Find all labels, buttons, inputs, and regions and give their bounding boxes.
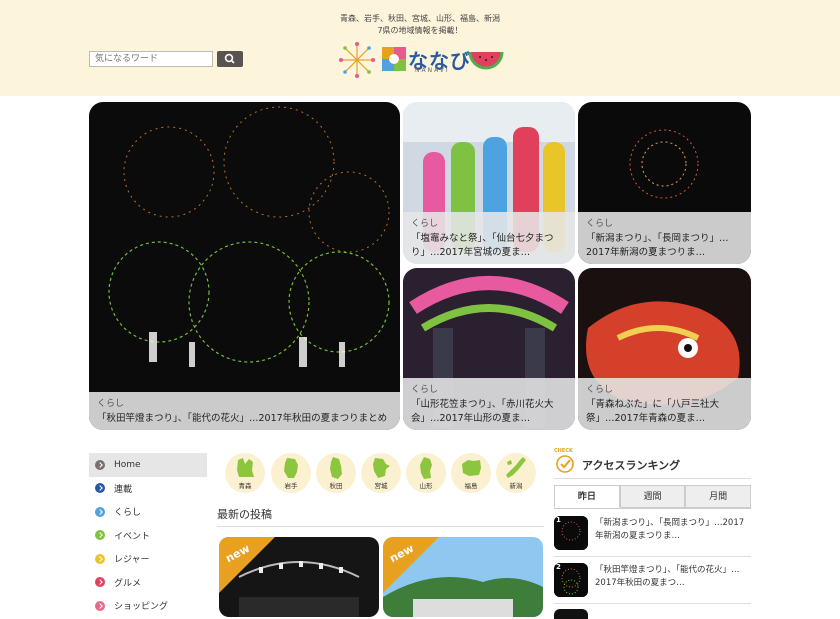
tab-yesterday[interactable]: 昨日 [554,485,620,508]
tab-weekly[interactable]: 週間 [619,485,686,508]
fukushima-map-icon [462,460,481,476]
category-label: くらし [411,385,439,395]
niigata-map-icon [506,457,526,478]
featured-caption: くらし 「青森ねぶた」に「八戸三社大祭」…2017年青森の夏ま… [578,378,751,430]
featured-tile-aomori[interactable]: くらし 「青森ねぶた」に「八戸三社大祭」…2017年青森の夏ま… [578,268,751,430]
fireworks-photo [89,102,400,430]
logo-mark-icon [382,47,406,71]
article-title: 「青森ねぶた」に「八戸三社大祭」…2017年青森の夏ま… [586,399,720,424]
nav-item-home[interactable]: Home [89,453,207,477]
chevron-right-icon [95,600,105,611]
pref-button-akita[interactable]: 秋田 [316,453,356,493]
nav-item-leisure[interactable]: レジャー [89,547,207,571]
category-label: くらし [586,219,614,229]
chevron-right-icon [95,553,105,564]
watermelon-icon [468,51,504,70]
chevron-right-icon [95,577,105,588]
ranking-thumbnail: 1 [554,516,588,550]
tagline-line2: 7県の地域情報を掲載！ [377,26,463,35]
nav-item-series[interactable]: 連載 [89,477,207,501]
featured-caption: くらし 「秋田竿燈まつり」、「能代の花火」…2017年秋田の夏まつりまとめ [89,392,400,430]
ranking-item[interactable]: 2 「秋田竿燈まつり」、「能代の花火」…2017年秋田の夏まつ… [554,563,751,607]
ranking-item[interactable]: 1 「新潟まつり」、「長岡まつり」…2017年新潟の夏まつりま… [554,516,751,560]
featured-tile-miyagi[interactable]: くらし 「塩竈みなと祭」、「仙台七夕まつり」…2017年宮城の夏ま… [403,102,575,264]
rank-number: 1 [556,516,561,524]
featured-tile-yamagata[interactable]: くらし 「山形花笠まつり」、「赤川花火大会」…2017年山形の夏ま… [403,268,575,430]
divider [554,478,751,479]
article-title: 「塩竈みなと祭」、「仙台七夕まつり」…2017年宮城の夏ま… [411,233,554,258]
nav-item-label: Home [114,459,141,470]
nav-item-event[interactable]: イベント [89,524,207,548]
iwate-map-icon [284,458,298,478]
tagline-line1: 青森、岩手、秋田、宮城、山形、福島、新潟 [340,14,500,23]
chevron-right-icon [95,483,105,494]
rank-number: 2 [556,563,561,571]
pref-label: 福島 [464,482,478,490]
tab-monthly[interactable]: 月間 [685,485,752,508]
nav-item-label: レジャー [114,555,150,566]
nav-item-shopping[interactable]: ショッピング [89,594,207,618]
latest-posts-heading: 最新の投稿 [217,508,272,521]
pref-button-fukushima[interactable]: 福島 [451,453,491,493]
divider [554,556,751,557]
ranking-heading: アクセスランキング [582,459,681,472]
check-label: CHECK [554,448,573,454]
category-nav: Home 連載 くらし イベント レジャー グルメ ショッピング [89,453,207,618]
article-title: 「新潟まつり」、「長岡まつり」…2017年新潟の夏まつりま… [586,233,729,258]
article-title: 「山形花笠まつり」、「赤川花火大会」…2017年山形の夏ま… [411,399,554,424]
pref-button-miyagi[interactable]: 宮城 [361,453,401,493]
nav-item-life[interactable]: くらし [89,500,207,524]
nav-item-label: 連載 [114,484,133,495]
site-header: 青森、岩手、秋田、宮城、山形、福島、新潟 7県の地域情報を掲載！ ななび [0,0,840,96]
logo-subtext: NANAVI [415,67,450,74]
search-input[interactable] [89,51,213,67]
divider [217,526,544,527]
featured-caption: くらし 「塩竈みなと祭」、「仙台七夕まつり」…2017年宮城の夏ま… [403,212,575,264]
category-label: くらし [411,219,439,229]
latest-post-card[interactable]: new [219,537,379,617]
pref-label: 宮城 [374,482,388,490]
ranking-tabs: 昨日 週間 月間 [554,485,752,509]
pref-button-aomori[interactable]: 青森 [225,453,265,493]
pref-label: 山形 [419,482,433,490]
featured-tile-akita[interactable]: くらし 「秋田竿燈まつり」、「能代の花火」…2017年秋田の夏まつりまとめ [89,102,400,430]
pref-button-yamagata[interactable]: 山形 [406,453,446,493]
nav-item-label: ショッピング [114,602,169,613]
nav-item-label: イベント [114,531,151,542]
divider [554,603,751,604]
chevron-right-icon [95,530,105,541]
search-icon [224,53,235,64]
pref-button-iwate[interactable]: 岩手 [271,453,311,493]
aomori-map-icon [237,458,254,477]
latest-post-card[interactable]: new [383,537,543,617]
category-label: くらし [97,399,125,409]
yamagata-map-icon [420,457,432,479]
search-button[interactable] [217,51,243,67]
nav-item-gourmet[interactable]: グルメ [89,571,207,595]
category-label: くらし [586,385,614,395]
akita-map-icon [330,457,342,479]
ranking-title: 「新潟まつり」、「長岡まつり」…2017年新潟の夏まつりま… [595,518,745,541]
nav-item-label: グルメ [114,578,142,589]
ranking-thumbnail: 2 [554,563,588,597]
featured-tile-niigata[interactable]: くらし 「新潟まつり」、「長岡まつり」…2017年新潟の夏まつりま… [578,102,751,264]
pref-label: 青森 [238,482,252,490]
ranking-title: 「秋田竿燈まつり」、「能代の花火」…2017年秋田の夏まつ… [595,565,740,588]
article-title: 「秋田竿燈まつり」、「能代の花火」…2017年秋田の夏まつりまとめ [97,413,388,424]
featured-caption: くらし 「新潟まつり」、「長岡まつり」…2017年新潟の夏まつりま… [578,212,751,264]
pref-label: 新潟 [509,482,523,490]
pref-button-niigata[interactable]: 新潟 [496,453,536,493]
pref-label: 岩手 [284,482,298,490]
pref-label: 秋田 [329,482,343,490]
fireworks-icon [339,42,375,78]
miyagi-map-icon [373,458,390,478]
chevron-right-icon [95,506,105,517]
chevron-right-icon [95,459,105,470]
featured-caption: くらし 「山形花笠まつり」、「赤川花火大会」…2017年山形の夏ま… [403,378,575,430]
ranking-thumbnail [554,609,588,619]
nav-item-label: くらし [114,508,142,519]
